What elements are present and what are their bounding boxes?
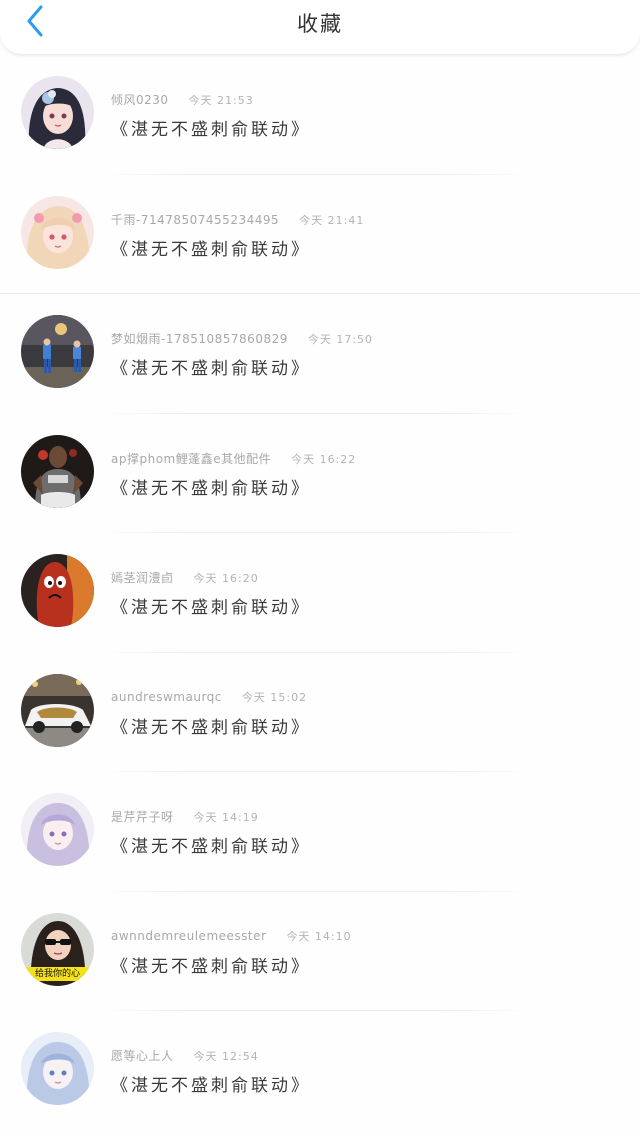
timestamp: 今天 21:53 bbox=[188, 94, 254, 107]
list-item[interactable]: 愿等心上人 今天 12:54 《湛无不盛刺俞联动》 bbox=[0, 1011, 640, 1131]
timestamp: 今天 14:19 bbox=[193, 811, 259, 824]
user-name: aundreswmaurqc bbox=[111, 689, 222, 704]
favorites-list: 倾风0230 今天 21:53 《湛无不盛刺俞联动》 千雨-71478507455… bbox=[0, 55, 640, 1131]
avatar[interactable] bbox=[21, 434, 94, 508]
item-message: 《湛无不盛刺俞联动》 bbox=[111, 598, 311, 618]
item-message: 《湛无不盛刺俞联动》 bbox=[111, 956, 311, 977]
list-item[interactable]: 嫣茎润澧卣 今天 16:20 《湛无不盛刺俞联动》 bbox=[0, 533, 640, 653]
item-meta: 梦如烟雨-178510857860829 今天 17:50 bbox=[111, 330, 373, 347]
item-meta: awnndemreulemeesster 今天 14:10 bbox=[111, 928, 352, 944]
list-item[interactable]: 给我你的心 awnndemreulemeesster 今天 14:10 《湛无不盛… bbox=[0, 892, 640, 1011]
list-item[interactable]: ap撑phom鲤蓬鑫e其他配件 今天 16:22 《湛无不盛刺俞联动》 bbox=[0, 414, 640, 533]
item-message: 《湛无不盛刺俞联动》 bbox=[111, 837, 311, 857]
item-meta: 是芹芹子呀 今天 14:19 bbox=[111, 808, 259, 825]
avatar-caption: 给我你的心 bbox=[34, 968, 80, 979]
avatar[interactable] bbox=[21, 195, 94, 269]
avatar[interactable] bbox=[21, 315, 94, 388]
item-meta: 愿等心上人 今天 12:54 bbox=[111, 1047, 259, 1064]
user-name: 是芹芹子呀 bbox=[111, 810, 174, 824]
item-meta: 嫣茎润澧卣 今天 16:20 bbox=[111, 569, 259, 586]
user-name: 嫣茎润澧卣 bbox=[111, 571, 174, 585]
user-name: 愿等心上人 bbox=[111, 1049, 174, 1063]
timestamp: 今天 21:41 bbox=[299, 213, 365, 227]
item-message: 《湛无不盛刺俞联动》 bbox=[111, 359, 311, 379]
item-message: 《湛无不盛刺俞联动》 bbox=[111, 717, 311, 738]
item-message: 《湛无不盛刺俞联动》 bbox=[111, 120, 311, 140]
timestamp: 今天 15:02 bbox=[241, 690, 308, 704]
top-bar: 收藏 bbox=[0, 0, 640, 55]
list-item[interactable]: 梦如烟雨-178510857860829 今天 17:50 《湛无不盛刺俞联动》 bbox=[0, 294, 640, 414]
user-name: awnndemreulemeesster bbox=[111, 928, 267, 943]
avatar[interactable] bbox=[21, 76, 94, 149]
timestamp: 今天 16:20 bbox=[193, 572, 259, 585]
timestamp: 今天 17:50 bbox=[307, 333, 374, 346]
item-meta: 千雨-71478507455234495 今天 21:41 bbox=[111, 211, 364, 228]
item-message: 《湛无不盛刺俞联动》 bbox=[111, 1076, 311, 1096]
user-name: 倾风0230 bbox=[111, 93, 169, 107]
avatar[interactable] bbox=[21, 554, 94, 627]
timestamp: 今天 16:22 bbox=[291, 452, 357, 466]
timestamp: 今天 14:10 bbox=[286, 929, 352, 943]
avatar[interactable]: 给我你的心 bbox=[21, 912, 94, 986]
avatar[interactable] bbox=[21, 793, 94, 866]
page-title: 收藏 bbox=[297, 12, 343, 36]
avatar[interactable] bbox=[21, 1032, 94, 1105]
item-meta: aundreswmaurqc 今天 15:02 bbox=[111, 689, 307, 705]
avatar[interactable] bbox=[21, 673, 94, 747]
user-name: 千雨-71478507455234495 bbox=[111, 212, 280, 227]
list-item[interactable]: 倾风0230 今天 21:53 《湛无不盛刺俞联动》 bbox=[0, 55, 640, 175]
item-message: 《湛无不盛刺俞联动》 bbox=[111, 239, 311, 260]
timestamp: 今天 12:54 bbox=[193, 1050, 259, 1063]
list-item[interactable]: 千雨-71478507455234495 今天 21:41 《湛无不盛刺俞联动》 bbox=[0, 175, 640, 294]
item-meta: ap撑phom鲤蓬鑫e其他配件 今天 16:22 bbox=[111, 450, 356, 467]
item-message: 《湛无不盛刺俞联动》 bbox=[111, 478, 311, 499]
user-name: 梦如烟雨-178510857860829 bbox=[111, 332, 288, 346]
list-item[interactable]: aundreswmaurqc 今天 15:02 《湛无不盛刺俞联动》 bbox=[0, 653, 640, 772]
item-meta: 倾风0230 今天 21:53 bbox=[111, 91, 254, 108]
user-name: ap撑phom鲤蓬鑫e其他配件 bbox=[111, 451, 272, 466]
list-item[interactable]: 是芹芹子呀 今天 14:19 《湛无不盛刺俞联动》 bbox=[0, 772, 640, 892]
